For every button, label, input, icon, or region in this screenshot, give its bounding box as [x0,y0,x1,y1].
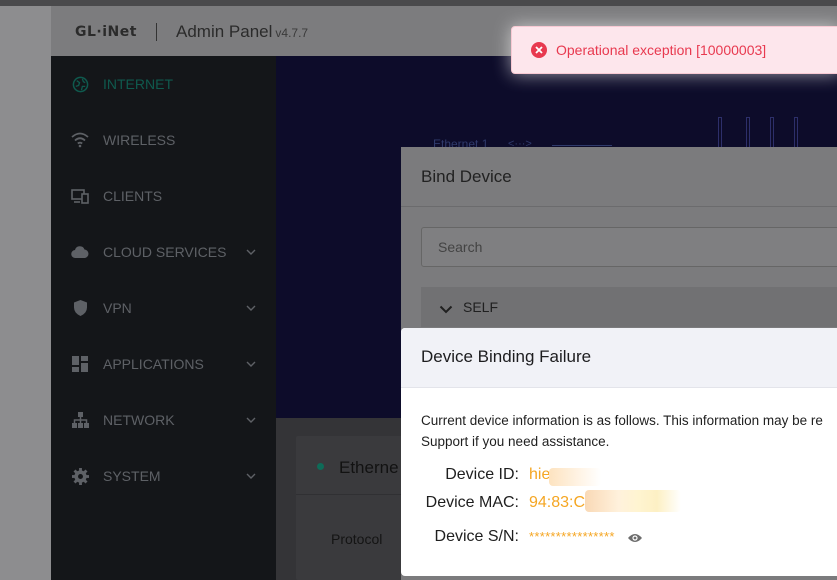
redacted-blur [585,490,681,512]
device-sn-value: **************** [529,529,615,544]
chevron-down-icon [246,417,258,423]
router-antenna [770,117,774,149]
grid-icon [71,355,89,373]
failure-message: Current device information is as follows… [421,410,837,452]
router-antenna [746,117,750,149]
sidebar: INTERNET WIRELESS CLIENTS CLOUD SERVICES… [51,56,276,580]
failure-message-line: Current device information is as follows… [421,413,823,428]
sidebar-item-label: SYSTEM [103,468,161,484]
wifi-icon [71,131,89,149]
sidebar-item-label: VPN [103,300,132,316]
status-dot [317,463,324,470]
app-title: Admin Panel v4.7.7 [176,22,308,42]
device-group-self[interactable]: SELF [421,287,837,327]
error-circle-icon [531,42,547,58]
binding-failure-header: Device Binding Failure [401,328,837,388]
header-divider [156,23,157,41]
device-id-label: Device ID: [445,466,519,483]
sidebar-item-label: NETWORK [103,412,175,428]
ethernet-card-title: Etherne [339,458,399,477]
failure-message-line: Support if you need assistance. [421,434,610,449]
router-antenna [794,117,798,149]
gear-icon [71,467,89,485]
search-input[interactable] [422,228,837,266]
shield-icon [71,299,89,317]
sidebar-item-clients[interactable]: CLIENTS [51,178,276,214]
group-label: SELF [463,299,499,315]
chevron-down-icon [246,361,258,367]
sidebar-item-wireless[interactable]: WIRELESS [51,122,276,158]
dialog-title: Device Binding Failure [421,347,592,366]
eye-icon[interactable] [627,531,643,549]
device-mac-label: Device MAC: [425,494,519,511]
chevron-down-icon [246,305,258,311]
device-id-value: hie [529,466,551,483]
protocol-label: Protocol [331,531,383,547]
sidebar-item-cloud-services[interactable]: CLOUD SERVICES [51,234,276,270]
sidebar-item-label: INTERNET [103,76,173,92]
cloud-icon [71,243,89,261]
network-icon [71,411,89,429]
device-sn-label: Device S/N: [434,528,519,545]
globe-icon [71,75,89,93]
sidebar-item-label: WIRELESS [103,132,176,148]
sidebar-item-network[interactable]: NETWORK [51,402,276,438]
sidebar-item-label: CLOUD SERVICES [103,244,227,260]
sidebar-item-vpn[interactable]: VPN [51,290,276,326]
window-left-margin [0,6,51,580]
sidebar-item-label: APPLICATIONS [103,356,204,372]
app-version: v4.7.7 [275,26,309,40]
dialog-title: Bind Device [421,167,512,186]
device-id-row: Device ID: hie [401,464,837,488]
devices-icon [71,187,89,205]
search-field [421,227,837,267]
toast-message: Operational exception [10000003] [556,42,767,58]
binding-failure-dialog: Device Binding Failure Current device in… [401,328,837,576]
error-toast: Operational exception [10000003] [511,26,837,74]
chevron-down-icon [246,473,258,479]
chevron-down-icon [439,301,453,319]
brand-logo[interactable]: GL·iNet [75,24,137,40]
sidebar-item-applications[interactable]: APPLICATIONS [51,346,276,382]
device-mac-value: 94:83:C [529,494,586,511]
ethernet-link-line [552,145,612,146]
app-title-text: Admin Panel [176,22,273,41]
router-antenna [718,117,722,149]
chevron-down-icon [246,249,258,255]
sidebar-item-label: CLIENTS [103,188,163,204]
sidebar-item-system[interactable]: SYSTEM [51,458,276,494]
redacted-blur [549,468,601,486]
bind-device-header: Bind Device [401,147,837,207]
sidebar-item-internet[interactable]: INTERNET [51,66,276,102]
device-sn-row: Device S/N: **************** [401,526,837,550]
